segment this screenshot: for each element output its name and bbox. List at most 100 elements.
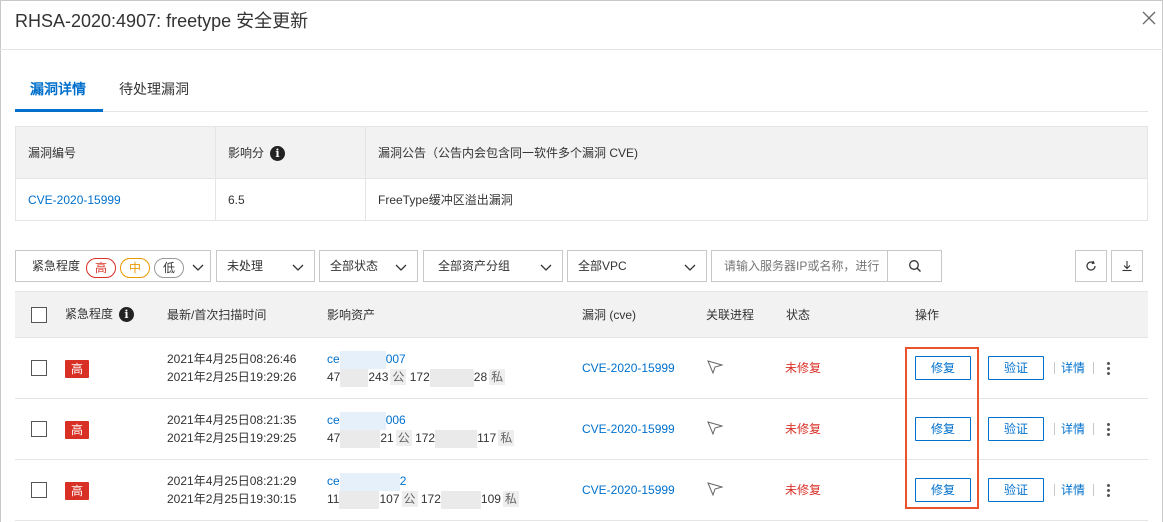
urgency-mid-chip[interactable]: 中	[120, 258, 150, 278]
active-tab-indicator	[15, 109, 103, 112]
vuln-id-cell: CVE-2020-15999	[15, 178, 216, 221]
latest-scan-time: 2021年4月25日08:21:35	[167, 413, 297, 427]
public-ip-suffix: 243	[368, 370, 389, 385]
first-scan-time: 2021年2月25日19:29:26	[167, 370, 297, 384]
col-score-label: 影响分	[228, 145, 265, 160]
detail-link[interactable]: 详情	[1061, 482, 1085, 499]
asset-name-prefix: ce	[327, 352, 340, 367]
col-vuln-id: 漏洞编号	[15, 126, 216, 179]
private-tag: 私	[489, 369, 506, 386]
asset-group-select[interactable]: 全部资产分组	[423, 250, 563, 282]
public-tag: 公	[390, 369, 407, 386]
redacted-block	[429, 369, 474, 387]
chevron-down-icon	[684, 264, 696, 271]
urgency-badge: 高	[65, 360, 89, 378]
refresh-button[interactable]	[1075, 250, 1107, 282]
redacted-block	[339, 351, 386, 369]
header-scan-time: 最新/首次扫描时间	[167, 308, 267, 322]
download-icon	[1122, 261, 1132, 272]
asset-ips: 47 243 公 172 28 私	[327, 369, 506, 387]
asset-name-link[interactable]: ce 006	[327, 412, 406, 430]
handling-status-select[interactable]: 未处理	[216, 250, 315, 282]
more-options-icon[interactable]	[1105, 422, 1111, 438]
vpc-select[interactable]: 全部VPC	[567, 250, 707, 282]
close-icon[interactable]	[1141, 10, 1157, 26]
cve-link[interactable]: CVE-2020-15999	[582, 421, 675, 438]
detail-link[interactable]: 详情	[1061, 360, 1085, 377]
status-text: 未修复	[785, 361, 822, 375]
urgency-filter[interactable]: 紧急程度 高 中 低	[15, 250, 211, 282]
header-asset: 影响资产	[327, 308, 376, 322]
asset-name-suffix: 2	[399, 474, 407, 489]
more-options-icon[interactable]	[1105, 483, 1111, 499]
private-tag: 私	[498, 430, 515, 447]
cve-link[interactable]: CVE-2020-15999	[582, 482, 675, 499]
fix-button[interactable]: 修复	[915, 356, 971, 380]
notice-value: FreeType缓冲区溢出漏洞	[365, 178, 1148, 221]
search-icon	[908, 260, 921, 272]
verify-button[interactable]: 验证	[988, 417, 1044, 441]
vpc-select-value: 全部VPC	[578, 259, 627, 273]
status-text: 未修复	[785, 483, 822, 497]
public-ip-suffix: 21	[380, 431, 394, 446]
private-ip-prefix: 172	[415, 431, 436, 446]
verify-button[interactable]: 验证	[988, 478, 1044, 502]
urgency-filter-label: 紧急程度	[32, 259, 81, 273]
tab-pending-vulns[interactable]: 待处理漏洞	[119, 80, 189, 98]
redacted-block	[339, 412, 386, 430]
redacted-block	[340, 430, 381, 448]
divider	[1054, 362, 1055, 374]
status-text: 未修复	[785, 422, 822, 436]
divider	[1054, 423, 1055, 435]
asset-name-suffix: 006	[385, 413, 406, 428]
row-checkbox[interactable]	[31, 482, 47, 498]
tab-vuln-detail[interactable]: 漏洞详情	[30, 80, 86, 98]
private-ip-prefix: 172	[420, 492, 441, 507]
info-icon[interactable]: i	[270, 146, 286, 162]
select-all-checkbox[interactable]	[31, 307, 47, 323]
col-vuln-id-label: 漏洞编号	[28, 146, 77, 160]
asset-name-link[interactable]: ce 007	[327, 351, 406, 369]
download-button[interactable]	[1111, 250, 1143, 282]
header-status: 状态	[786, 308, 811, 322]
header-process: 关联进程	[706, 308, 755, 322]
divider	[1054, 484, 1055, 496]
cve-link[interactable]: CVE-2020-15999	[582, 360, 675, 377]
urgency-badge: 高	[65, 421, 89, 439]
fix-button[interactable]: 修复	[915, 417, 971, 441]
verify-button[interactable]: 验证	[988, 356, 1044, 380]
latest-scan-time: 2021年4月25日08:26:46	[167, 352, 297, 366]
status-select-value: 全部状态	[330, 259, 379, 273]
detail-link[interactable]: 详情	[1061, 421, 1085, 438]
row-checkbox[interactable]	[31, 421, 47, 437]
redacted-block	[440, 491, 481, 509]
redacted-block	[340, 369, 369, 387]
more-options-icon[interactable]	[1105, 361, 1111, 377]
fix-button[interactable]: 修复	[915, 478, 971, 502]
header-vuln: 漏洞 (cve)	[582, 308, 637, 322]
table-row: 高 2021年4月25日08:21:29 2021年2月25日19:30:15 …	[15, 460, 1148, 521]
col-notice-label: 漏洞公告（公告内会包含同一软件多个漏洞 CVE)	[378, 146, 639, 160]
search-button[interactable]	[887, 250, 942, 282]
table-row: 高 2021年4月25日08:26:46 2021年2月25日19:29:26 …	[15, 338, 1148, 399]
process-link-icon[interactable]	[707, 482, 723, 496]
cve-link[interactable]: CVE-2020-15999	[28, 193, 121, 207]
first-scan-time: 2021年2月25日19:29:25	[167, 431, 297, 445]
urgency-low-chip[interactable]: 低	[154, 258, 184, 278]
asset-name-link[interactable]: ce 2	[327, 473, 406, 491]
urgency-high-chip[interactable]: 高	[86, 258, 116, 278]
info-icon[interactable]: i	[119, 307, 135, 323]
row-checkbox[interactable]	[31, 360, 47, 376]
process-link-icon[interactable]	[707, 421, 723, 435]
redacted-block	[435, 430, 478, 448]
private-ip-suffix: 28	[473, 370, 488, 385]
asset-name-prefix: ce	[327, 413, 340, 428]
private-tag: 私	[502, 491, 519, 508]
asset-ips: 47 21 公 172 117 私	[327, 430, 515, 448]
process-link-icon[interactable]	[707, 360, 723, 374]
private-ip-suffix: 109	[480, 492, 501, 507]
header-urgency-label: 紧急程度	[65, 307, 114, 321]
status-select[interactable]: 全部状态	[319, 250, 418, 282]
public-ip-suffix: 107	[379, 492, 400, 507]
search-input[interactable]	[711, 250, 888, 282]
